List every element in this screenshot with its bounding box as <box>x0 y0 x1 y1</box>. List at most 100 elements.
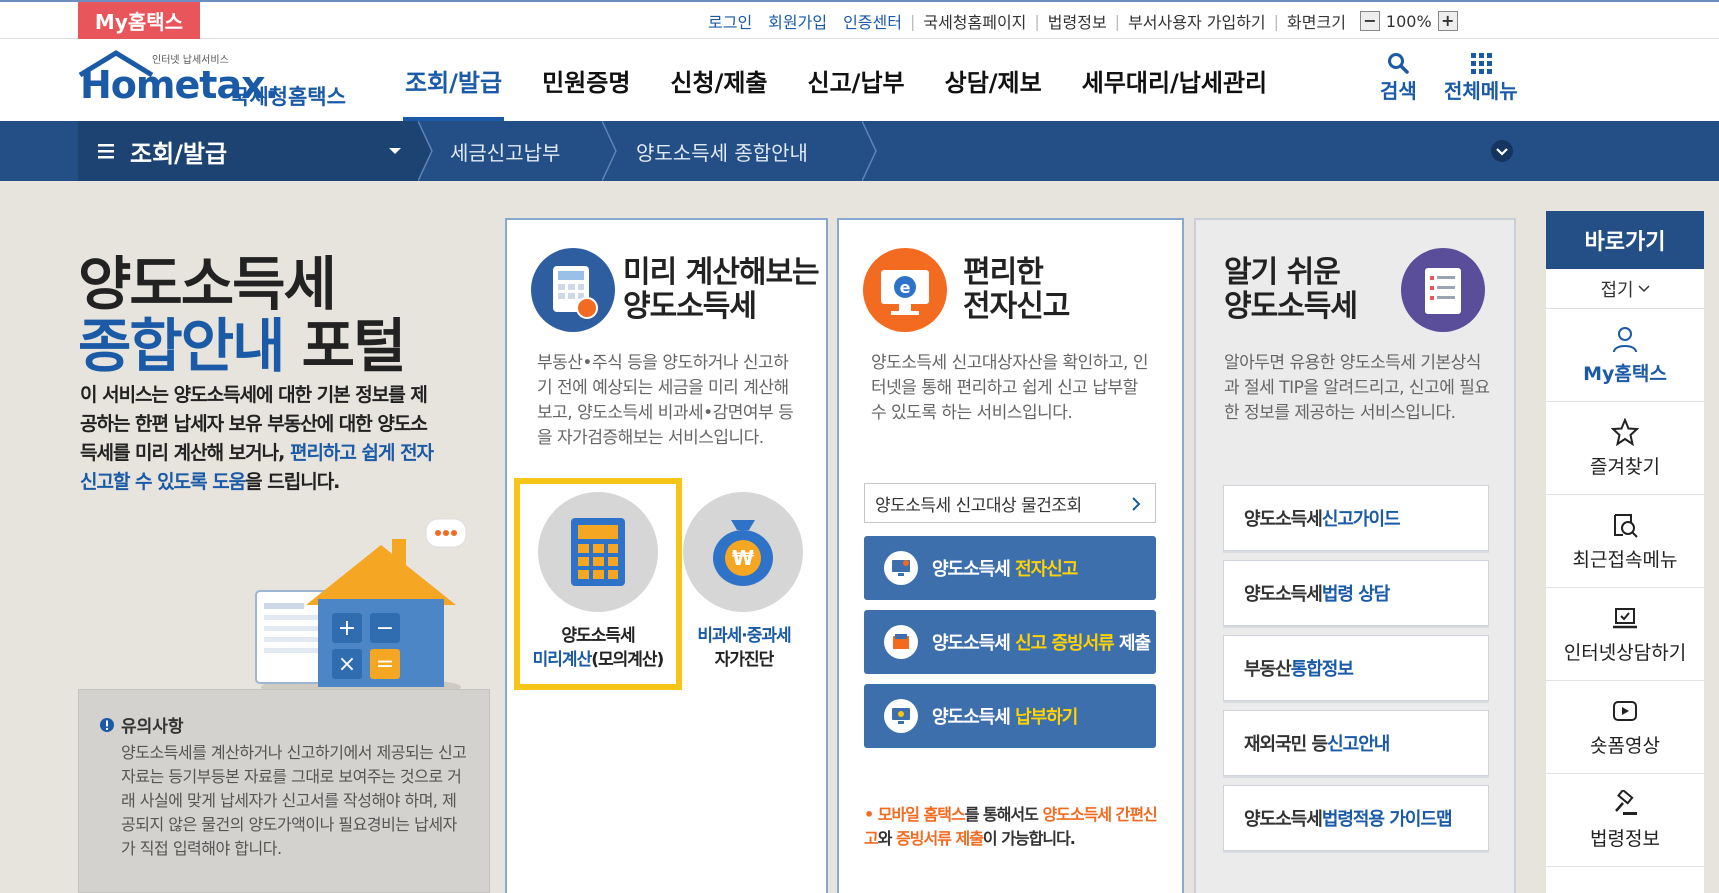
nontaxable-self-check-label: 비과세·중과세 자가진단 <box>659 624 829 672</box>
law-info-link[interactable]: 법령정보 <box>1040 9 1115 33</box>
user-icon <box>1613 326 1637 352</box>
precalculation-button[interactable]: 양도소득세 미리계산(모의계산) <box>514 478 682 690</box>
intro-description: 이 서비스는 양도소득세에 대한 기본 정보를 제공하는 한편 납세자 보유 부… <box>80 381 440 497</box>
svg-text:e: e <box>900 278 911 297</box>
nav-civil-certificate[interactable]: 민원증명 <box>522 39 650 121</box>
panel2-title-line2: 전자신고 <box>963 289 1070 324</box>
recent-search-icon <box>1614 513 1638 538</box>
svg-text:×: × <box>338 652 356 677</box>
quick-links-title: 바로가기 <box>1546 211 1704 269</box>
hometax-logo[interactable]: 인터넷 납세서비스 Hometax. 국세청홈택스 <box>76 49 346 115</box>
nav-inquiry-issue[interactable]: 조회/발급 <box>385 39 522 121</box>
search-label: 검색 <box>1380 79 1417 103</box>
caret-down-icon <box>389 148 401 154</box>
law-consult-button[interactable]: 양도소득세 법령 상담 <box>1223 560 1489 626</box>
quick-links-fold-toggle[interactable]: 접기 <box>1546 269 1704 309</box>
quick-online-consult-label: 인터넷상담하기 <box>1563 641 1687 664</box>
chevron-down-icon <box>1638 284 1650 292</box>
money-bag-icon: ₩ <box>713 520 773 586</box>
overseas-filing-guide-button[interactable]: 재외국민 등 신고안내 <box>1223 710 1489 776</box>
chevron-down-circle-icon[interactable] <box>1490 139 1514 163</box>
info-icon <box>100 717 114 732</box>
panel1-description: 부동산•주식 등을 양도하거나 신고하기 전에 예상되는 세금을 미리 계산해보… <box>537 353 794 448</box>
top-utility-bar: My홈택스 로그인 회원가입 인증센터 | 국세청홈페이지 | 법령정보 | 부… <box>0 0 1719 39</box>
law-guide-map-button[interactable]: 양도소득세 법령적용 가이드맵 <box>1223 785 1489 851</box>
breadcrumb-item-current[interactable]: 양도소득세 종합안내 <box>636 121 808 181</box>
panel-precalculation: 미리 계산해보는 양도소득세 부동산•주식 등을 양도하거나 신고하기 전에 예… <box>505 218 828 893</box>
notice-title-text: 유의사항 <box>121 717 184 737</box>
zoom-in-button[interactable]: + <box>1437 11 1458 31</box>
quick-favorites-label: 즐겨찾기 <box>1590 455 1660 478</box>
filing-guide-button[interactable]: 양도소득세 신고가이드 <box>1223 485 1489 551</box>
all-menu-label: 전체메뉴 <box>1444 79 1518 103</box>
precalculation-label-line1: 양도소득세 <box>561 626 635 646</box>
page-title-line2: 종합안내 포털 <box>78 299 407 383</box>
panel2-title-line1: 편리한 <box>963 255 1044 290</box>
zoom-out-button[interactable]: − <box>1359 11 1380 31</box>
cert-center-link[interactable]: 인증센터 <box>835 9 910 33</box>
precalculation-label: 양도소득세 미리계산(모의계산) <box>520 624 676 672</box>
calculator-badge-icon <box>531 248 615 332</box>
checklist-icon <box>1425 268 1461 314</box>
utility-links: 로그인 회원가입 인증센터 | 국세청홈페이지 | 법령정보 | 부서사용자 가… <box>700 8 1458 34</box>
quick-my-hometax[interactable]: My홈택스 <box>1546 309 1704 402</box>
signup-link[interactable]: 회원가입 <box>760 9 835 33</box>
quick-favorites[interactable]: 즐겨찾기 <box>1546 402 1704 495</box>
svg-text:−: − <box>376 616 394 641</box>
search-icon <box>1388 53 1410 74</box>
mobile-hometax-link[interactable]: • 모바일 홈택스 <box>864 805 966 824</box>
panel1-title-line1: 미리 계산해보는 <box>623 255 820 290</box>
supporting-docs-submit-button[interactable]: 양도소득세 신고 증빙서류 제출 <box>864 610 1156 674</box>
e-filing-label: 양도소득세 전자신고 <box>932 559 1078 580</box>
svg-text:=: = <box>376 652 394 677</box>
nontaxable-self-check-button[interactable]: ₩ 비과세·중과세 자가진단 <box>675 484 825 684</box>
quick-law-info[interactable]: 법령정보 <box>1546 774 1704 867</box>
my-hometax-tab[interactable]: My홈택스 <box>78 2 200 39</box>
e-filing-badge-icon: e <box>863 248 947 332</box>
intro-desc-end: 을 드립니다. <box>245 471 340 493</box>
nav-report-pay[interactable]: 신고/납부 <box>788 39 925 121</box>
nav-consult-report[interactable]: 상담/제보 <box>925 39 1062 121</box>
monitor-icon <box>884 551 918 585</box>
nav-tax-agent[interactable]: 세무대리/납세관리 <box>1062 39 1287 121</box>
quick-recent-menu[interactable]: 최근접속메뉴 <box>1546 495 1704 588</box>
play-icon <box>1613 700 1637 721</box>
real-estate-info-button[interactable]: 부동산 통합정보 <box>1223 635 1489 701</box>
e-filing-button[interactable]: 양도소득세 전자신고 <box>864 536 1156 600</box>
grid-menu-icon <box>1470 53 1492 74</box>
panel2-description: 양도소득세 신고대상자산을 확인하고, 인터넷을 통해 편리하고 쉽게 신고 납… <box>871 353 1149 423</box>
all-menu-button[interactable]: 전체메뉴 <box>1444 51 1518 104</box>
svg-text:₩: ₩ <box>732 546 754 570</box>
dept-user-signup-link[interactable]: 부서사용자 가입하기 <box>1120 9 1274 33</box>
panel1-title-line2: 양도소득세 <box>623 289 757 324</box>
quick-law-info-label: 법령정보 <box>1590 827 1660 850</box>
payment-monitor-icon <box>884 699 918 733</box>
login-link[interactable]: 로그인 <box>700 9 760 33</box>
panel-easy-guide: 알기 쉬운 양도소득세 알아두면 유용한 양도소득세 기본상식과 절세 TIP을… <box>1194 218 1516 893</box>
nontaxable-label-line2: 자가진단 <box>714 650 775 670</box>
calc-circle <box>538 492 658 612</box>
breadcrumb-item-tax-report[interactable]: 세금신고납부 <box>450 121 560 181</box>
mobile-notice: • 모바일 홈택스를 통해서도 양도소득세 간편신고와 증빙서류 제출이 가능합… <box>864 805 1158 848</box>
target-asset-lookup-button[interactable]: 양도소득세 신고대상 물건조회 <box>864 483 1156 523</box>
content-area: 양도소득세 종합안내 포털 이 서비스는 양도소득세에 대한 기본 정보를 제공… <box>0 181 1719 893</box>
hamburger-icon <box>98 144 114 159</box>
page-title-suffix: 포털 <box>283 312 407 380</box>
zoom-level: 100% <box>1385 11 1432 31</box>
breadcrumb-separator-icon <box>862 121 877 181</box>
nontaxable-label-line1: 비과세·중과세 <box>697 626 791 646</box>
calculator-icon <box>553 266 598 319</box>
payment-button[interactable]: 양도소득세 납부하기 <box>864 684 1156 748</box>
nts-homepage-link[interactable]: 국세청홈페이지 <box>915 9 1034 33</box>
panel3-title: 알기 쉬운 양도소득세 <box>1224 256 1358 324</box>
nav-apply-submit[interactable]: 신청/제출 <box>650 39 787 121</box>
notice-title: 유의사항 <box>99 712 469 737</box>
fold-label: 접기 <box>1600 279 1634 301</box>
target-asset-lookup-label: 양도소득세 신고대상 물건조회 <box>875 495 1082 516</box>
quick-online-consult[interactable]: 인터넷상담하기 <box>1546 588 1704 681</box>
category-menu-select[interactable]: 조회/발급 <box>78 121 418 181</box>
search-button[interactable]: 검색 <box>1380 51 1417 104</box>
precalculation-label-highlight: 미리계산 <box>532 650 593 670</box>
quick-short-video[interactable]: 숏폼영상 <box>1546 681 1704 774</box>
panel3-description: 알아두면 유용한 양도소득세 기본상식과 절세 TIP을 알려드리고, 신고에 … <box>1224 353 1490 423</box>
